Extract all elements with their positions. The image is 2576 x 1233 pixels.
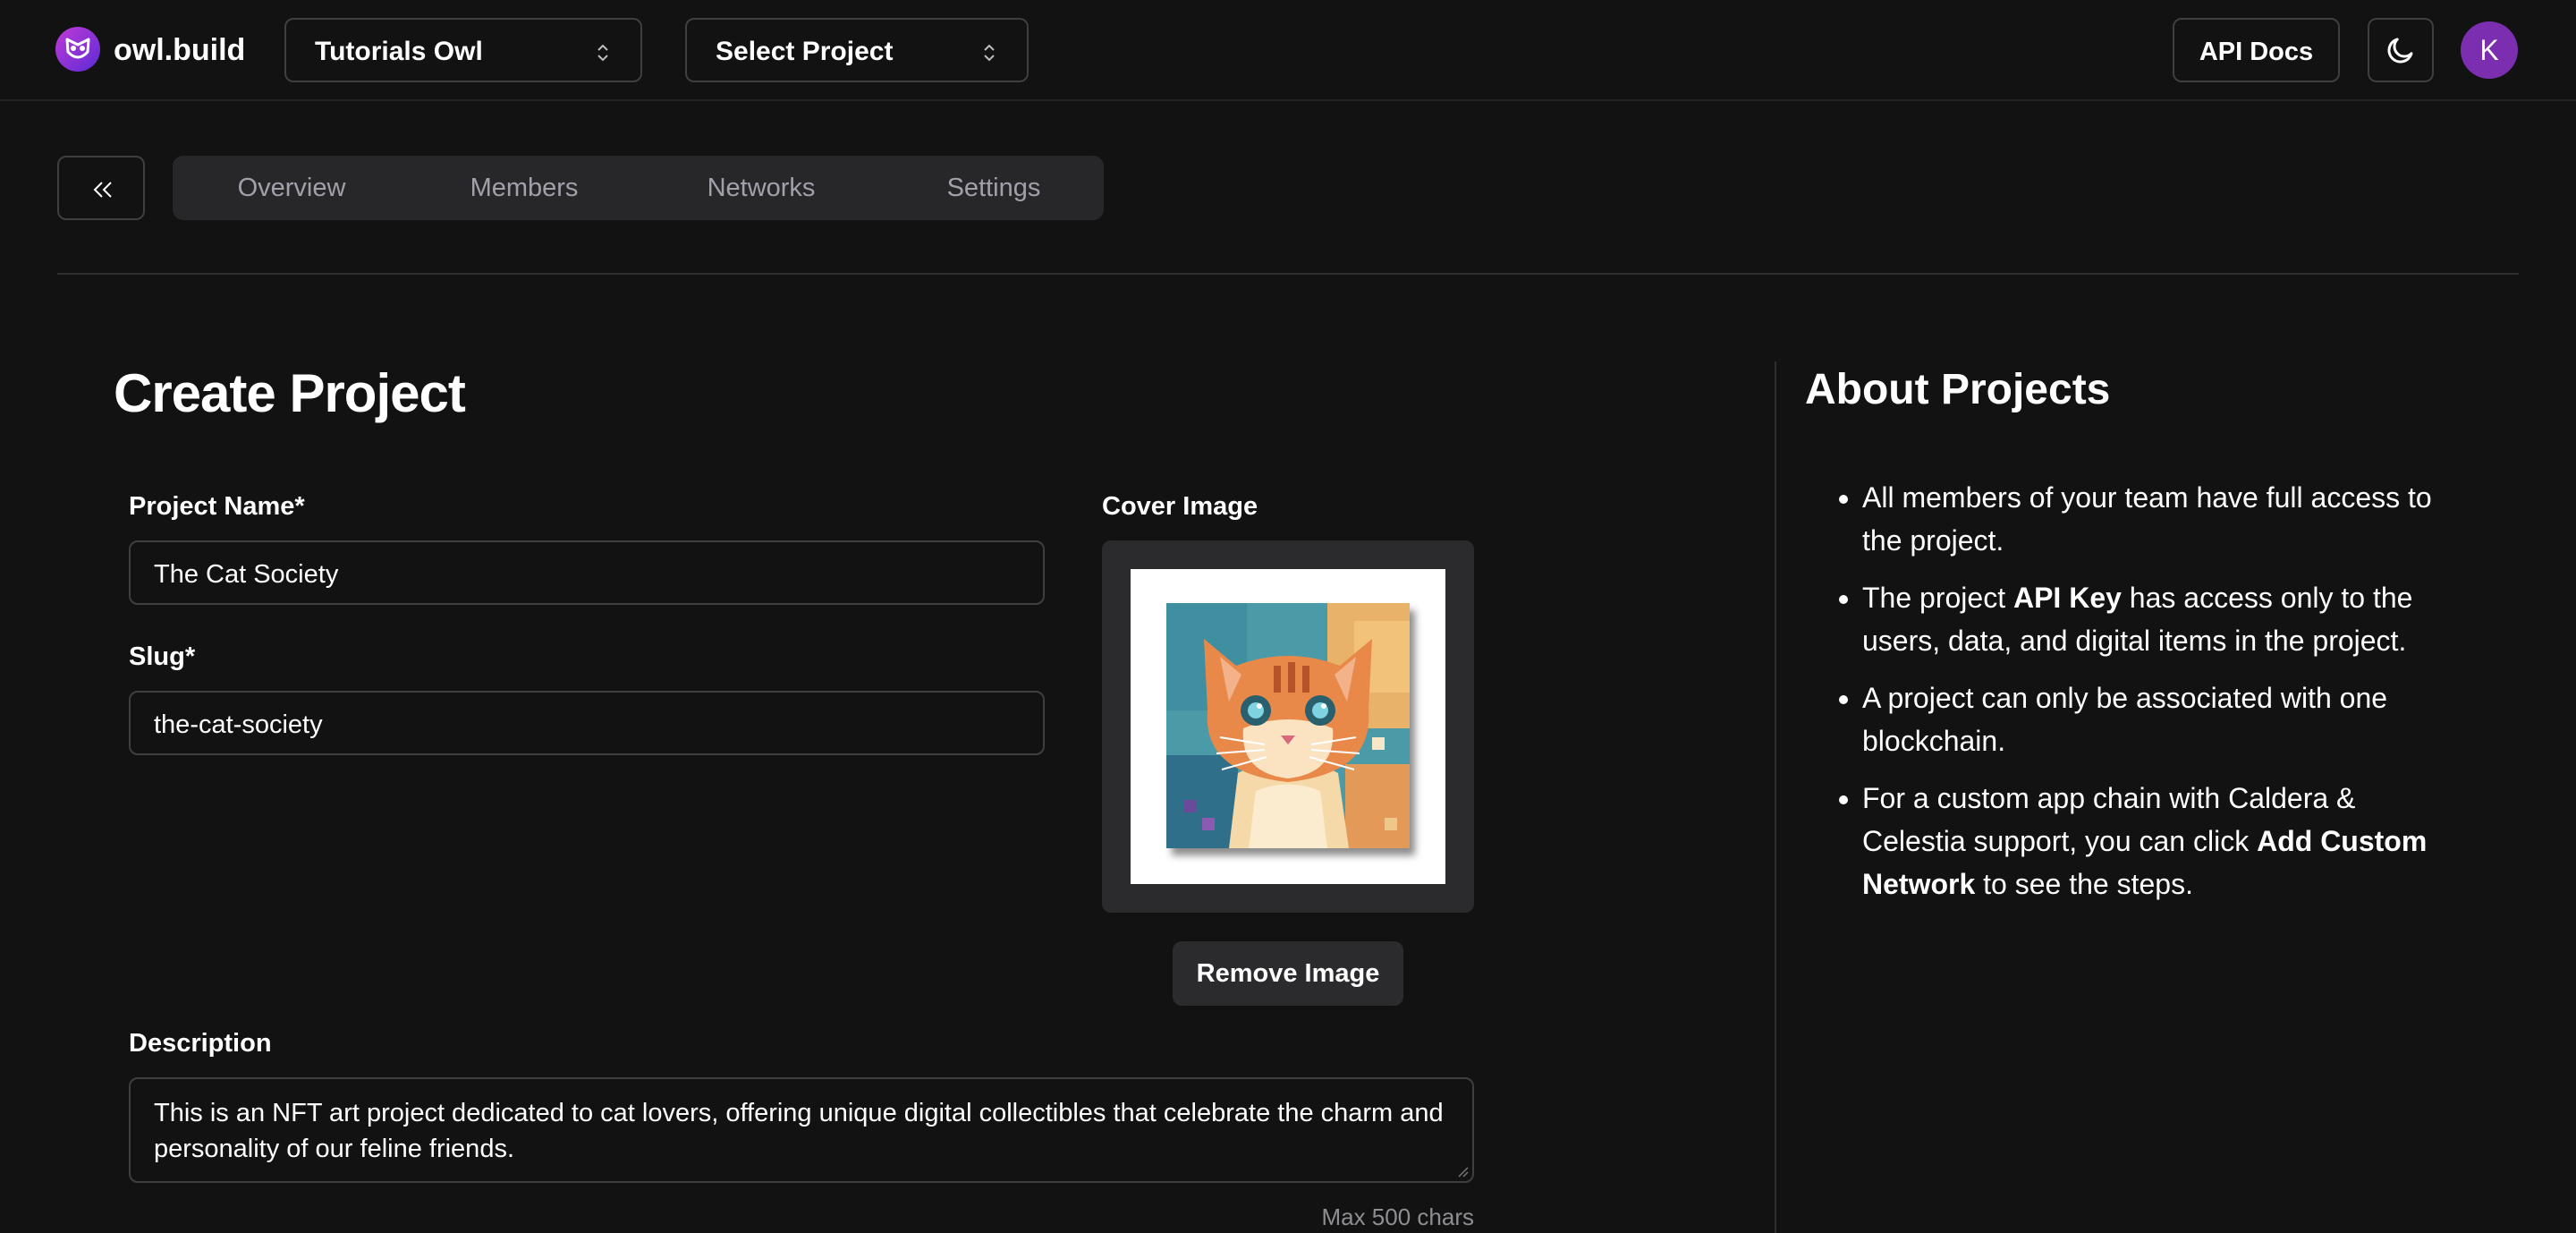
slug-label: Slug* [129, 642, 196, 671]
project-select[interactable]: Select Project [685, 18, 1029, 82]
project-name-input[interactable]: The Cat Society [129, 540, 1045, 605]
cover-image-frame [1131, 569, 1445, 884]
moon-icon [2387, 38, 2413, 64]
about-item: For a custom app chain with Caldera & Ce… [1862, 777, 2449, 906]
remove-image-button[interactable]: Remove Image [1173, 941, 1403, 1006]
section-divider [57, 273, 2519, 275]
theme-toggle-button[interactable] [2368, 18, 2434, 82]
owl-logo-icon[interactable] [55, 27, 100, 72]
tab-settings[interactable]: Settings [913, 156, 1074, 220]
description-textarea[interactable]: This is an NFT art project dedicated to … [129, 1077, 1474, 1183]
api-docs-label: API Docs [2199, 38, 2314, 66]
chevron-up-down-icon [984, 44, 995, 62]
description-value: This is an NFT art project dedicated to … [154, 1099, 1444, 1163]
project-name-label: Project Name* [129, 492, 305, 521]
project-select-label: Select Project [716, 37, 894, 66]
slug-value: the-cat-society [154, 710, 323, 739]
resize-grip-icon[interactable] [1456, 1165, 1469, 1178]
slug-input[interactable]: the-cat-society [129, 691, 1045, 755]
project-name-value: The Cat Society [154, 560, 339, 589]
tab-overview[interactable]: Overview [211, 156, 372, 220]
cover-image-cat-illustration [1166, 603, 1410, 848]
chevron-up-down-icon [597, 44, 608, 62]
team-select-label: Tutorials Owl [315, 37, 483, 66]
about-list: All members of your team have full acces… [1805, 476, 2449, 920]
cover-image-dropzone[interactable] [1102, 540, 1474, 913]
about-item: A project can only be associated with on… [1862, 676, 2449, 762]
brand-name[interactable]: owl.build [114, 32, 245, 68]
collapse-back-button[interactable] [57, 156, 145, 220]
project-tabs: Overview Members Networks Settings [173, 156, 1104, 220]
api-docs-button[interactable]: API Docs [2173, 18, 2340, 82]
description-char-limit-hint: Max 500 chars [1321, 1203, 1474, 1230]
chevrons-left-icon [93, 182, 112, 198]
cover-image-label: Cover Image [1102, 492, 1258, 521]
description-label: Description [129, 1029, 272, 1058]
tab-networks[interactable]: Networks [681, 156, 842, 220]
about-title: About Projects [1805, 366, 2111, 413]
about-item: All members of your team have full acces… [1862, 476, 2449, 562]
user-avatar[interactable]: K [2461, 21, 2518, 79]
top-header: owl.build Tutorials Owl Select Project A… [0, 0, 2576, 101]
remove-image-label: Remove Image [1196, 959, 1380, 988]
page-title: Create Project [114, 363, 466, 423]
about-item: The project API Key has access only to t… [1862, 576, 2449, 662]
team-select[interactable]: Tutorials Owl [284, 18, 642, 82]
tab-members[interactable]: Members [444, 156, 605, 220]
panel-divider [1775, 361, 1776, 1233]
